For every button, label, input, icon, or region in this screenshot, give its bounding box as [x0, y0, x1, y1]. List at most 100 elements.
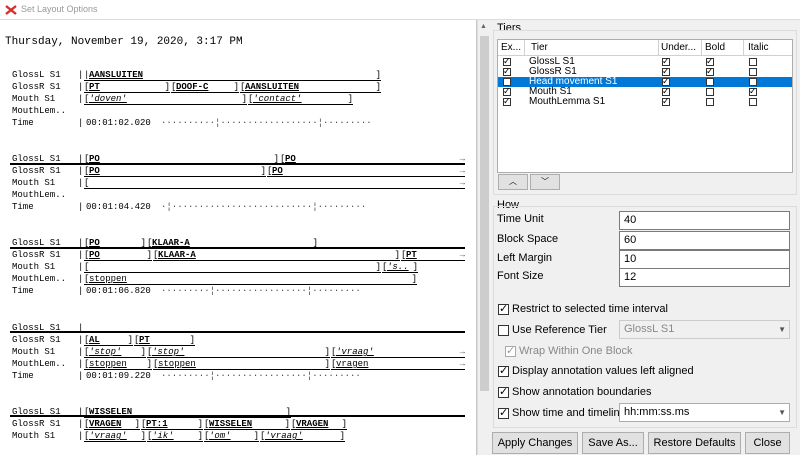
preview-row: MouthLem.. | [stoppen]	[12, 274, 417, 285]
tier-name: GlossR S1	[12, 250, 61, 260]
checkbox-box[interactable]	[505, 344, 516, 357]
column-header-bold[interactable]: Bold	[705, 42, 725, 53]
scroll-up-icon[interactable]: ▲	[480, 23, 487, 30]
column-header-tier[interactable]: Tier	[531, 42, 548, 53]
move-tier-up-button[interactable]: ︿	[498, 174, 528, 190]
checkbox-box[interactable]	[498, 385, 509, 398]
chevron-up-icon: ︿	[509, 177, 517, 186]
export-checkbox[interactable]	[503, 56, 511, 66]
preview-row: MouthLem..	[0, 106, 470, 118]
preview-row: GlossL S1 | [WISSELEN]	[12, 407, 291, 418]
underline-checkbox[interactable]	[662, 66, 670, 76]
annotation: ['vraag' →	[331, 347, 465, 358]
chevron-down-icon: ﹀	[541, 177, 549, 186]
tiers-table[interactable]: Ex... Tier Under... Bold Italic GlossL S…	[497, 39, 793, 173]
tier-name: GlossR S1	[12, 82, 61, 92]
annotation: ['s..]	[382, 262, 418, 273]
preview-row: Mouth S1 | ['stop'] ['stop'] ['vraag' →	[12, 347, 465, 358]
annotation: [stoppen]	[84, 274, 417, 285]
annotation: [VRAGEN]	[291, 419, 347, 430]
annotation: ['om']	[204, 431, 259, 442]
bold-checkbox[interactable]	[706, 66, 714, 76]
checkbox-box[interactable]	[498, 325, 509, 336]
font-size-field[interactable]: 12	[619, 268, 790, 287]
annotation: [PO]	[84, 154, 279, 165]
checkbox-box[interactable]	[498, 406, 509, 419]
apply-changes-button[interactable]: Apply Changes	[492, 432, 578, 454]
use-reference-tier-checkbox[interactable]: Use Reference Tier	[498, 323, 618, 339]
column-header-underline[interactable]: Under...	[661, 42, 696, 53]
annotation: [AANSLUITEN]	[240, 82, 381, 93]
checkbox-box[interactable]	[498, 302, 509, 315]
preview-row: GlossL S1 | | AANSLUITEN]	[12, 70, 381, 81]
save-as-button[interactable]: Save As...	[582, 432, 644, 454]
tier-name: Mouth S1	[12, 262, 56, 272]
column-header-italic[interactable]: Italic	[748, 42, 769, 53]
show-boundaries-checkbox[interactable]: Show annotation boundaries	[498, 385, 788, 401]
chevron-down-icon: ▼	[778, 325, 786, 334]
reference-tier-select[interactable]: GlossL S1 ▼	[619, 320, 790, 339]
italic-checkbox[interactable]	[749, 98, 757, 106]
annotation: [KLAAR-A]	[153, 250, 400, 261]
italic-checkbox[interactable]	[749, 86, 757, 96]
annotation: [WISSELEN]	[204, 419, 290, 430]
annotation: [DOOF-C]	[171, 82, 239, 93]
tier-name: GlossR S1	[12, 166, 61, 176]
window-title: Set Layout Options	[21, 4, 98, 14]
export-checkbox[interactable]	[503, 86, 511, 96]
underline-checkbox[interactable]	[662, 76, 670, 86]
restrict-interval-checkbox[interactable]: Restrict to selected time interval	[498, 302, 788, 318]
time-unit-label: Time Unit	[497, 213, 544, 225]
preview-row: Time | 00:01:06.820 ·········¦············…	[12, 286, 361, 296]
italic-checkbox[interactable]	[749, 58, 757, 66]
time-format-select[interactable]: hh:mm:ss.ms ▼	[619, 403, 790, 422]
time-unit-field[interactable]: 40	[619, 211, 790, 230]
preview-row: GlossL S1 |	[12, 323, 84, 333]
left-margin-field[interactable]: 10	[619, 250, 790, 269]
bold-checkbox[interactable]	[706, 56, 714, 66]
italic-checkbox[interactable]	[749, 78, 757, 86]
checkbox-box[interactable]	[498, 364, 509, 377]
underline-checkbox[interactable]	[662, 86, 670, 96]
restore-defaults-button[interactable]: Restore Defaults	[648, 432, 741, 454]
tier-name: Time	[12, 286, 34, 296]
tier-name: GlossL S1	[12, 407, 61, 417]
bold-checkbox[interactable]	[706, 78, 714, 86]
preview-scrollbar[interactable]: ▲	[477, 20, 490, 455]
tier-name: GlossL S1	[12, 70, 61, 80]
display-left-aligned-checkbox[interactable]: Display annotation values left aligned	[498, 364, 788, 380]
preview-row: GlossR S1 | [PO] [KLAAR-A] [PT →	[12, 250, 465, 261]
annotation: [PO →	[280, 154, 465, 165]
bold-checkbox[interactable]	[706, 88, 714, 96]
preview-row: MouthLem..	[0, 190, 470, 202]
preview-row: GlossR S1 | [PO] [PO →	[12, 166, 465, 177]
tier-name: GlossL S1	[12, 238, 61, 248]
preview-row: GlossR S1 | [VRAGEN] [PT:1] [WISSELEN] [V…	[12, 419, 347, 430]
scroll-thumb[interactable]	[480, 36, 489, 391]
wrap-within-block-checkbox[interactable]: Wrap Within One Block	[505, 344, 705, 360]
elan-app-icon	[5, 5, 17, 15]
bold-checkbox[interactable]	[706, 98, 714, 106]
tier-name: Time	[12, 118, 34, 128]
block-space-field[interactable]: 60	[619, 231, 790, 250]
annotation: [PO]	[84, 238, 146, 249]
tier-name: Mouth S1	[12, 347, 56, 357]
tier-row[interactable]: MouthLemma S1	[498, 96, 792, 107]
column-header-export[interactable]: Ex...	[501, 42, 521, 53]
close-button[interactable]: Close	[745, 432, 790, 454]
move-tier-down-button[interactable]: ﹀	[530, 174, 560, 190]
preview-row: Time | 00:01:09.220 ·········¦············…	[12, 371, 361, 381]
export-checkbox[interactable]	[503, 66, 511, 76]
italic-checkbox[interactable]	[749, 68, 757, 76]
export-checkbox[interactable]	[503, 78, 511, 86]
annotation: [AL]	[84, 335, 133, 346]
underline-checkbox[interactable]	[662, 56, 670, 66]
show-time-checkbox[interactable]: Show time and timeline	[498, 406, 626, 422]
export-checkbox[interactable]	[503, 96, 511, 106]
annotation: [PO →	[267, 166, 465, 177]
tier-name: MouthLem..	[12, 190, 67, 200]
preview-row: GlossR S1 | [AL] [PT]	[12, 335, 195, 346]
annotation: [stoppen]	[153, 359, 330, 370]
tiers-table-header: Ex... Tier Under... Bold Italic	[498, 40, 792, 56]
underline-checkbox[interactable]	[662, 96, 670, 106]
